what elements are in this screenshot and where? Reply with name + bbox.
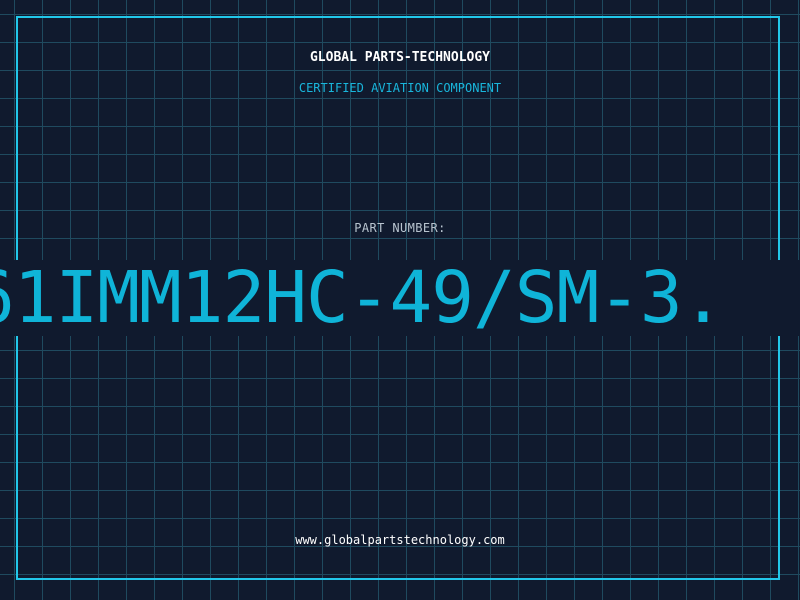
part-number-value: 61IMM12HC-49/SM-3.: [0, 260, 724, 336]
brand-title: GLOBAL PARTS-TECHNOLOGY: [309, 50, 490, 65]
part-number-label: PART NUMBER:: [354, 221, 446, 235]
website-link[interactable]: www.globalpartstechnology.com: [0, 533, 800, 547]
part-card-canvas: GLOBAL PARTS-TECHNOLOGY CERTIFIED AVIATI…: [0, 0, 800, 600]
part-number-band: 61IMM12HC-49/SM-3.: [0, 260, 800, 336]
certification-subtitle: CERTIFIED AVIATION COMPONENT: [298, 81, 502, 95]
